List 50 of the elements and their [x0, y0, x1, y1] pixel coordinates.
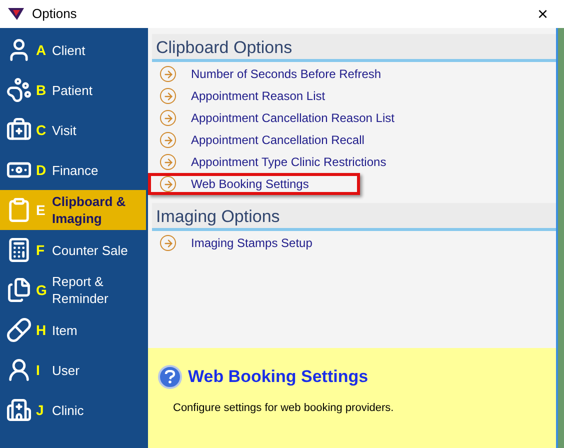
sidebar-label: Counter Sale	[52, 242, 129, 258]
medical-bag-icon	[6, 117, 32, 143]
option-label: Appointment Reason List	[191, 88, 326, 105]
option-label: Appointment Cancellation Reason List	[191, 110, 394, 127]
help-icon	[158, 364, 182, 389]
close-button[interactable]: ×	[533, 5, 552, 23]
option-link[interactable]: Appointment Reason List	[148, 85, 360, 107]
shortcut-letter: H	[35, 320, 48, 340]
logo-icon	[8, 8, 24, 20]
shortcut-letter: J	[35, 400, 45, 420]
paw-icon	[6, 77, 32, 103]
user-icon	[6, 357, 32, 383]
shortcut-letter: B	[35, 80, 48, 100]
section-title: Imaging Options	[156, 206, 280, 228]
sidebar-label: Clinic	[52, 402, 85, 418]
house-plus-icon	[6, 397, 32, 423]
documents-icon	[6, 277, 32, 303]
sidebar-label: Client	[52, 42, 86, 58]
shortcut-letter: D	[35, 160, 48, 180]
option-label: Web Booking Settings	[191, 176, 309, 193]
help-description: Configure settings for web booking providers.	[173, 400, 395, 416]
sidebar-label: Clipboard & Imaging	[52, 193, 127, 227]
cash-register-icon	[6, 237, 32, 263]
shortcut-letter: F	[35, 240, 46, 260]
shortcut-letter: C	[35, 120, 48, 140]
sidebar-label: Visit	[52, 122, 78, 138]
help-title: Web Booking Settings	[188, 366, 368, 388]
window-title: Options	[32, 5, 77, 24]
sidebar-label: Item	[52, 322, 78, 338]
shortcut-letter: A	[35, 40, 48, 60]
option-link[interactable]: Web Booking Settings	[148, 173, 360, 195]
option-link[interactable]: Appointment Type Clinic Restrictions	[148, 151, 400, 173]
option-link[interactable]: Imaging Stamps Setup	[148, 232, 360, 254]
section-title: Clipboard Options	[156, 37, 292, 59]
option-label: Appointment Type Clinic Restrictions	[191, 154, 386, 171]
clipboard-icon	[6, 197, 32, 223]
sidebar-label: Report & Reminder	[52, 273, 110, 307]
sidebar-label: User	[52, 362, 80, 378]
sidebar-label: Finance	[52, 162, 100, 178]
shortcut-letter: E	[35, 200, 46, 220]
option-label: Imaging Stamps Setup	[191, 235, 312, 252]
shortcut-letter: I	[35, 360, 41, 380]
option-link[interactable]: Appointment Cancellation Recall	[148, 129, 378, 151]
pill-icon	[6, 317, 32, 343]
option-link[interactable]: Number of Seconds Before Refresh	[148, 63, 394, 85]
option-label: Appointment Cancellation Recall	[191, 132, 364, 149]
option-label: Number of Seconds Before Refresh	[191, 66, 382, 83]
shortcut-letter: G	[35, 280, 48, 300]
option-link[interactable]: Appointment Cancellation Reason List	[148, 107, 408, 129]
sidebar-label: Patient	[52, 82, 94, 98]
